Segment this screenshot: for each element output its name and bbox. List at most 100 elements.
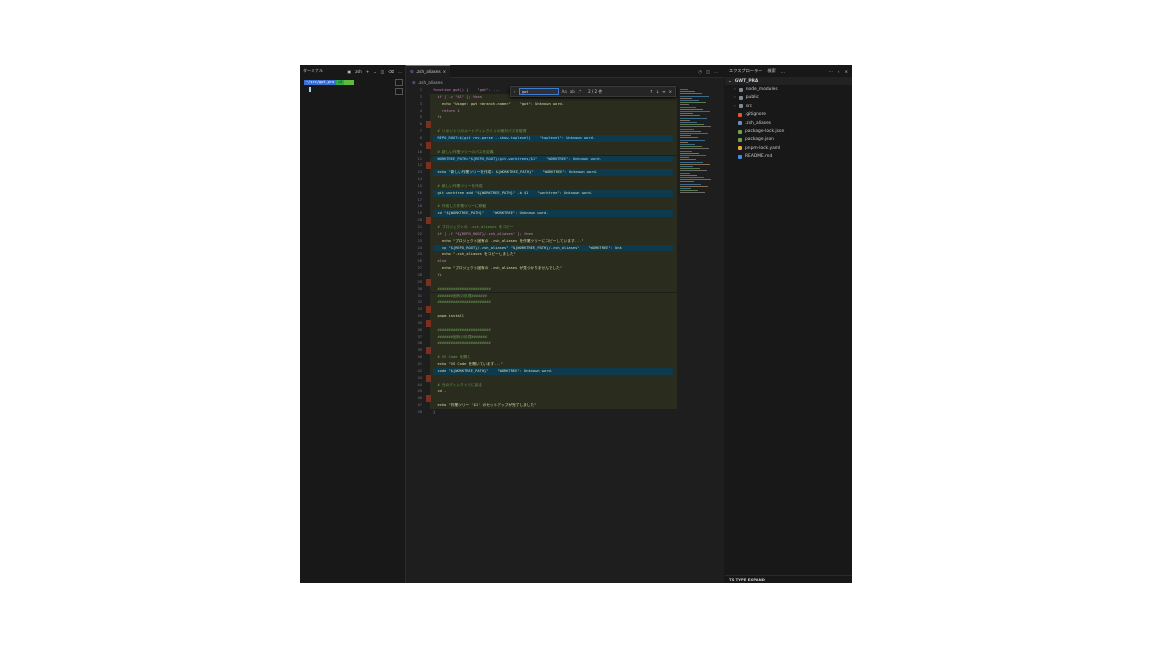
code-line[interactable]: 48} [406, 409, 724, 416]
code-line[interactable]: 4 return 1 [406, 107, 724, 115]
editor[interactable]: ⚙ .zsh_aliases × ◷ ◫ … ⚙ .zsh_aliases 1 f… [406, 65, 724, 583]
terminal-body[interactable]: ~/src/gwt_pra ⎇ [300, 77, 405, 95]
code-line[interactable]: 3 echo "Usage: gwt <branch-name>" "gwt":… [406, 100, 724, 108]
code-line[interactable]: 39 [406, 347, 724, 355]
code-line[interactable]: 42 code "${WORKTREE_PATH}" "WORKTREE": U… [406, 367, 724, 375]
line-number: 3 [419, 101, 422, 106]
code-line[interactable]: 38 ######################## [406, 340, 724, 348]
tab-zsh-aliases[interactable]: ⚙ .zsh_aliases × [406, 65, 451, 78]
code-line[interactable]: 46 [406, 395, 724, 403]
code-line[interactable]: 10 # 新しい作業ツリーのパスを定義 [406, 148, 724, 156]
trash-icon[interactable]: ⌫ [388, 69, 394, 74]
more-icon[interactable]: … [781, 69, 785, 74]
find-widget[interactable]: › Aa ab .* 2 / 2 件 ↑ ↓ ≡ × [510, 86, 676, 97]
code-line[interactable]: 9 [406, 141, 724, 149]
code-line[interactable]: 31 #######固有の処理####### [406, 292, 724, 300]
code-line[interactable]: 36 ######################## [406, 326, 724, 334]
code-line[interactable]: 16 git worktree add "${WORKTREE_PATH}" -… [406, 189, 724, 197]
code-line[interactable]: 40 # VS Code を開く [406, 354, 724, 361]
code-line[interactable]: 12 [406, 162, 724, 170]
code-line[interactable]: 6 [406, 121, 724, 129]
code-line[interactable]: 23 echo "プロジェクト固有の .zsh_aliases を作業ツリーにコ… [406, 237, 724, 245]
close-icon[interactable]: × [844, 69, 848, 74]
code-line[interactable]: 19 cd "${WORKTREE_PATH}" "WORKTREE": Unk… [406, 210, 724, 218]
scope-highlight [430, 271, 677, 279]
find-input[interactable] [518, 88, 559, 95]
code-line[interactable]: 27 echo "プロジェクト固有の .zsh_aliases が見つかりません… [406, 265, 724, 272]
code-line[interactable]: 13 echo "新しい作業ツリーを作成: ${WORKTREE_PATH}" … [406, 169, 724, 177]
terminal-tabs[interactable] [395, 79, 403, 97]
code-text: #######固有の処理####### [433, 293, 487, 298]
minimap-line [680, 137, 698, 139]
code-line[interactable]: 18 # 作成した作業ツリーに移動 [406, 203, 724, 211]
code-line[interactable]: 47 echo "作業ツリー '$1' のセットアップが完了しました" [406, 402, 724, 409]
breadcrumb-file[interactable]: .zsh_aliases [418, 80, 443, 85]
whole-word-toggle[interactable]: ab [570, 89, 575, 94]
code-line[interactable]: 21 # プロジェクトの .zsh_aliases をコピー [406, 224, 724, 231]
code-line[interactable]: 25 echo ".zsh_aliases をコピーしました" [406, 251, 724, 259]
code-line[interactable]: 43 [406, 374, 724, 382]
code-line[interactable]: 17 [406, 196, 724, 204]
chevron-left-icon[interactable]: ‹ [838, 69, 840, 74]
code-line[interactable]: 32 ######################## [406, 299, 724, 307]
tree-item[interactable]: package-lock.json [725, 127, 852, 135]
next-match-icon[interactable]: ↓ [656, 89, 659, 94]
terminal-cursor [309, 87, 311, 92]
code-line[interactable]: 41 echo "VS Code を開いています..." [406, 361, 724, 368]
more-icon[interactable]: … [714, 69, 718, 74]
code-line[interactable]: 26 else [406, 258, 724, 266]
code-line[interactable]: 29 [406, 278, 724, 286]
timeline-icon[interactable]: ◷ [698, 69, 702, 74]
code-area[interactable]: 1 function gwt() { "gwt": ... 2 if [ -z "$… [406, 87, 724, 583]
minimap-line [680, 130, 701, 132]
tree-item[interactable]: › src [725, 102, 852, 110]
code-line[interactable]: 45 cd - [406, 388, 724, 396]
close-icon[interactable]: × [443, 69, 447, 74]
outline-section[interactable]: TS TYPE EXPAND [725, 575, 852, 583]
previous-match-icon[interactable]: ↑ [650, 89, 653, 94]
code-line[interactable]: 11 WORKTREE_PATH="${REPO_ROOT}/git-workt… [406, 155, 724, 163]
code-line[interactable]: 20 [406, 217, 724, 224]
more-icon[interactable]: … [398, 69, 402, 74]
code-line[interactable]: 14 [406, 176, 724, 183]
workspace-root[interactable]: ⌄ GWT_PRA [725, 77, 852, 86]
chevron-down-icon[interactable]: ⌄ [373, 69, 376, 74]
search-tab[interactable]: 検索 [767, 68, 775, 74]
code-line[interactable]: 37 #######固有の処理####### [406, 333, 724, 341]
terminal-shell[interactable]: zsh [355, 69, 362, 74]
tab-label: .zsh_aliases [415, 69, 441, 74]
close-icon[interactable]: × [669, 89, 672, 94]
split-icon[interactable]: ◫ [381, 69, 385, 74]
add-terminal-icon[interactable]: + [366, 69, 369, 74]
code-line[interactable]: 28 fi [406, 271, 724, 279]
code-line[interactable]: 7 # リポジトリのルートディレクトリの絶対パスを取得 [406, 128, 724, 135]
code-line[interactable]: 34 pnpm install [406, 313, 724, 320]
minimap-line [680, 183, 701, 185]
tree-item[interactable]: › public [725, 94, 852, 102]
code-line[interactable]: 8 REPO_ROOT=$(git rev-parse --show-tople… [406, 134, 724, 142]
code-line[interactable]: 15 # 新しい作業ツリーを作成 [406, 182, 724, 190]
regex-toggle[interactable]: .* [578, 89, 581, 94]
ellipsis-icon[interactable]: ⋯ [829, 69, 833, 74]
split-editor-icon[interactable]: ◫ [706, 69, 710, 74]
code-line[interactable]: 35 [406, 319, 724, 327]
tree-item[interactable]: README.md [725, 153, 852, 161]
tree-item[interactable]: .gitignore [725, 111, 852, 119]
match-case-toggle[interactable]: Aa [562, 89, 567, 94]
code-line[interactable]: 22 if [ -f "${REPO_ROOT}/.zsh_aliases" ]… [406, 230, 724, 238]
tree-item[interactable]: › node_modules [725, 85, 852, 93]
minimap[interactable] [678, 87, 720, 227]
tree-item[interactable]: package.json [725, 136, 852, 144]
chevron-right-icon[interactable]: › [514, 89, 516, 94]
terminal-panel[interactable]: ターミナル ▣ zsh + ⌄ ◫ ⌫ … ~/src/gwt_pra ⎇ [300, 65, 406, 583]
code-line[interactable]: 30 ######################## [406, 285, 724, 293]
code-line[interactable]: 24 cp "${REPO_ROOT}/.zsh_aliases" "${WOR… [406, 244, 724, 252]
tree-item[interactable]: pnpm-lock.yaml [725, 144, 852, 152]
find-in-selection-icon[interactable]: ≡ [662, 89, 665, 94]
code-text: pnpm install [433, 314, 465, 319]
code-line[interactable]: 33 [406, 306, 724, 314]
tree-item[interactable]: .zsh_aliases [725, 119, 852, 127]
code-line[interactable]: 5 fi [406, 114, 724, 122]
code-line[interactable]: 44 # 元のディレクトリに戻る [406, 381, 724, 389]
explorer-title[interactable]: エクスプローラー [729, 68, 762, 74]
